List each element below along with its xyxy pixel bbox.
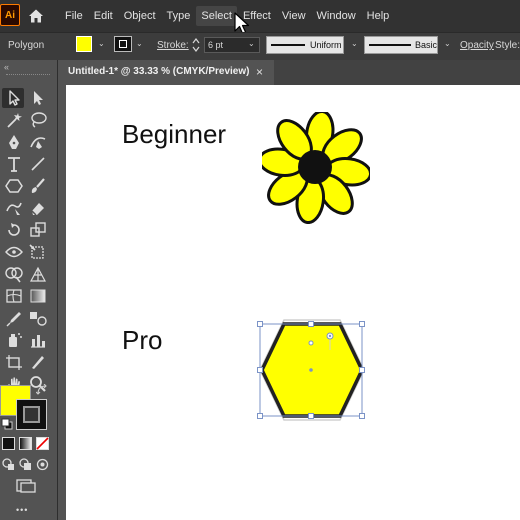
column-graph-tool-icon[interactable] <box>28 331 48 349</box>
beginner-label[interactable]: Beginner <box>122 119 226 150</box>
eraser-tool-icon[interactable] <box>28 199 48 217</box>
menu-bar: Ai File Edit Object Type Select Effect V… <box>0 0 520 35</box>
swap-fill-stroke-icon[interactable] <box>36 384 48 396</box>
menu-window[interactable]: Window <box>312 6 361 26</box>
menu-help[interactable]: Help <box>362 6 395 26</box>
edit-toolbar-icon[interactable]: ••• <box>16 505 28 515</box>
default-colors-icon[interactable] <box>1 418 13 430</box>
gradient-mode-button[interactable] <box>19 437 32 450</box>
stroke-swatch[interactable] <box>114 36 132 52</box>
gradient-tool-icon[interactable] <box>28 287 48 305</box>
menu: File Edit Object Type Select Effect View… <box>60 0 395 32</box>
screen-mode-icon[interactable] <box>16 478 36 494</box>
hexagon-selection-group[interactable] <box>248 314 376 428</box>
close-tab-icon[interactable]: × <box>256 65 263 79</box>
variable-width-profile[interactable]: Uniform <box>266 36 344 54</box>
symbol-sprayer-tool-icon[interactable] <box>4 331 24 349</box>
free-transform-tool-icon[interactable] <box>28 243 48 261</box>
menu-object[interactable]: Object <box>119 6 161 26</box>
selection-type-label: Polygon <box>8 40 45 51</box>
none-mode-button[interactable] <box>36 437 49 450</box>
draw-inside-icon[interactable] <box>36 458 49 471</box>
brush-dropdown-icon[interactable]: ⌄ <box>444 39 451 48</box>
document-tab-title[interactable]: Untitled-1* @ 33.33 % (CMYK/Preview) <box>68 66 249 77</box>
pen-tool-icon[interactable] <box>4 133 24 151</box>
color-mode-button[interactable] <box>2 437 15 450</box>
shaper-tool-icon[interactable] <box>4 199 24 217</box>
collapse-panel-icon[interactable]: « <box>4 62 9 72</box>
paintbrush-tool-icon[interactable] <box>28 177 48 195</box>
magic-wand-tool-icon[interactable] <box>4 111 24 129</box>
panel-grip[interactable] <box>6 74 50 77</box>
width-tool-icon[interactable] <box>4 243 24 261</box>
lasso-tool-icon[interactable] <box>28 111 48 129</box>
shape-builder-tool-icon[interactable] <box>4 265 24 283</box>
style-label[interactable]: Style: <box>495 40 520 51</box>
scale-tool-icon[interactable] <box>28 221 48 239</box>
menu-select[interactable]: Select <box>196 6 237 26</box>
draw-normal-icon[interactable] <box>2 458 15 471</box>
draw-behind-icon[interactable] <box>19 458 32 471</box>
top-anchor-point[interactable] <box>308 340 314 346</box>
selection-tool-icon[interactable] <box>4 89 24 107</box>
menu-type[interactable]: Type <box>162 6 196 26</box>
stroke-weight-value: 6 pt <box>208 40 224 50</box>
mesh-tool-icon[interactable] <box>4 287 24 305</box>
slice-tool-icon[interactable] <box>28 353 48 371</box>
app-logo: Ai <box>0 4 20 26</box>
center-point <box>309 368 313 372</box>
pro-label[interactable]: Pro <box>122 325 162 356</box>
menu-edit[interactable]: Edit <box>89 6 118 26</box>
perspective-grid-tool-icon[interactable] <box>28 265 48 283</box>
menu-file[interactable]: File <box>60 6 88 26</box>
flower-shape[interactable] <box>262 112 370 224</box>
home-icon[interactable] <box>26 6 46 26</box>
direct-selection-tool-icon[interactable] <box>28 89 48 107</box>
brush-label: Basic <box>415 40 438 50</box>
blend-tool-icon[interactable] <box>28 309 48 327</box>
type-tool-icon[interactable] <box>4 155 24 173</box>
profile-dropdown-icon[interactable]: ⌄ <box>351 39 358 48</box>
stroke-dropdown-icon[interactable]: ⌄ <box>136 39 143 48</box>
menu-view[interactable]: View <box>277 6 311 26</box>
polygon-tool-icon[interactable] <box>4 177 24 195</box>
curvature-tool-icon[interactable] <box>28 133 48 151</box>
profile-label: Uniform <box>310 40 342 50</box>
stroke-proxy[interactable] <box>16 399 47 430</box>
stroke-weight-dropdown-icon[interactable]: ⌄ <box>248 39 255 48</box>
stroke-stepper-icon[interactable] <box>192 37 200 53</box>
artboard-tool-icon[interactable] <box>4 353 24 371</box>
fill-swatch[interactable] <box>76 36 92 52</box>
opacity-label[interactable]: Opacity <box>460 40 494 51</box>
line-segment-tool-icon[interactable] <box>28 155 48 173</box>
brush-definition[interactable]: Basic <box>364 36 438 54</box>
fill-dropdown-icon[interactable]: ⌄ <box>98 39 105 48</box>
rotate-tool-icon[interactable] <box>4 221 24 239</box>
stroke-label[interactable]: Stroke: <box>157 40 189 51</box>
eyedropper-tool-icon[interactable] <box>4 309 24 327</box>
